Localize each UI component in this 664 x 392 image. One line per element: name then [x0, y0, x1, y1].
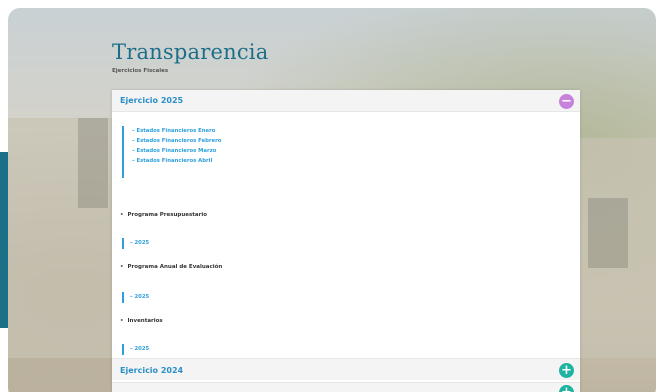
- link-programa-anual-2025[interactable]: – 2025: [122, 292, 149, 303]
- building-window-right: [588, 198, 628, 268]
- section-label: Programa Anual de Evaluación: [127, 264, 223, 270]
- link-inventarios-2025[interactable]: – 2025: [122, 344, 149, 355]
- financial-statements-list: – Estados Financieros Enero – Estados Fi…: [122, 126, 221, 178]
- accordion-header-2024[interactable]: Ejercicio 2024 +: [112, 358, 580, 380]
- section-label: Inventarios: [127, 318, 163, 324]
- section-inventarios: • Inventarios: [120, 318, 163, 324]
- plus-icon[interactable]: +: [559, 385, 574, 392]
- accordion-header-2025[interactable]: Ejercicio 2025 −: [112, 90, 580, 112]
- section-programa-presupuestario: • Programa Presupuestario: [120, 212, 207, 218]
- building-window: [78, 118, 108, 208]
- bullet-icon: •: [120, 212, 124, 218]
- link-estados-febrero[interactable]: – Estados Financieros Febrero: [132, 136, 221, 146]
- side-accent-strip: [0, 152, 8, 328]
- page-title: Transparencia: [112, 40, 269, 64]
- building-wall: [8, 118, 128, 358]
- bullet-icon: •: [120, 318, 124, 324]
- section-label: Programa Presupuestario: [127, 212, 207, 218]
- link-estados-enero[interactable]: – Estados Financieros Enero: [132, 126, 221, 136]
- bullet-icon: •: [120, 264, 124, 270]
- page-subtitle: Ejercicios Fiscales: [112, 68, 169, 74]
- plus-icon[interactable]: +: [559, 363, 574, 378]
- section-programa-anual-evaluacion: • Programa Anual de Evaluación: [120, 264, 222, 270]
- accordion-label: Ejercicio 2025: [120, 96, 184, 105]
- accordion-body-2025: – Estados Financieros Enero – Estados Fi…: [112, 112, 580, 358]
- fiscal-years-accordion: Ejercicio 2025 − – Estados Financieros E…: [112, 90, 580, 392]
- accordion-header-next[interactable]: +: [112, 382, 580, 392]
- link-estados-marzo[interactable]: – Estados Financieros Marzo: [132, 146, 221, 156]
- minus-icon[interactable]: −: [559, 94, 574, 109]
- link-estados-abril[interactable]: – Estados Financieros Abril: [132, 156, 221, 166]
- link-programa-presupuestario-2025[interactable]: – 2025: [122, 238, 149, 249]
- accordion-label: Ejercicio 2024: [120, 366, 184, 375]
